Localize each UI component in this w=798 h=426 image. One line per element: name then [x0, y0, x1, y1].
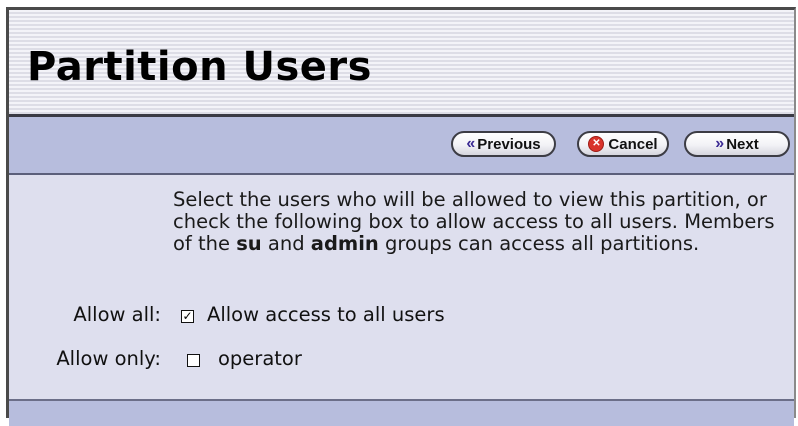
group-admin: admin: [310, 232, 379, 255]
operator-checkbox[interactable]: [187, 354, 200, 367]
previous-button[interactable]: « Previous: [451, 131, 556, 157]
bottom-toolbar: [9, 399, 794, 426]
next-button-label: Next: [726, 135, 759, 153]
allow-all-checkbox[interactable]: ✓: [181, 310, 194, 323]
partition-users-panel: « Previous ✕ Cancel » Next Select the us…: [9, 114, 794, 426]
wizard-toolbar: « Previous ✕ Cancel » Next: [9, 117, 794, 175]
cancel-button-label: Cancel: [608, 135, 658, 153]
operator-option-label[interactable]: operator: [218, 347, 302, 370]
group-su: su: [236, 232, 262, 255]
allow-only-label: Allow only:: [56, 347, 161, 370]
instructions-text: Select the users who will be allowed to …: [173, 189, 783, 255]
previous-icon: «: [466, 135, 475, 152]
next-button[interactable]: » Next: [684, 131, 790, 157]
cancel-icon: ✕: [588, 136, 605, 152]
page-title: Partition Users: [27, 44, 372, 90]
next-icon: »: [715, 135, 724, 152]
allow-all-label: Allow all:: [73, 303, 161, 326]
instructions-part-2: and: [261, 232, 311, 255]
instructions-part-3: groups can access all partitions.: [378, 232, 700, 255]
cancel-button[interactable]: ✕ Cancel: [577, 131, 669, 157]
allow-all-option-label[interactable]: Allow access to all users: [207, 303, 445, 326]
page-frame: Partition Users « Previous ✕ Cancel » Ne…: [6, 7, 796, 426]
previous-button-label: Previous: [477, 135, 541, 153]
